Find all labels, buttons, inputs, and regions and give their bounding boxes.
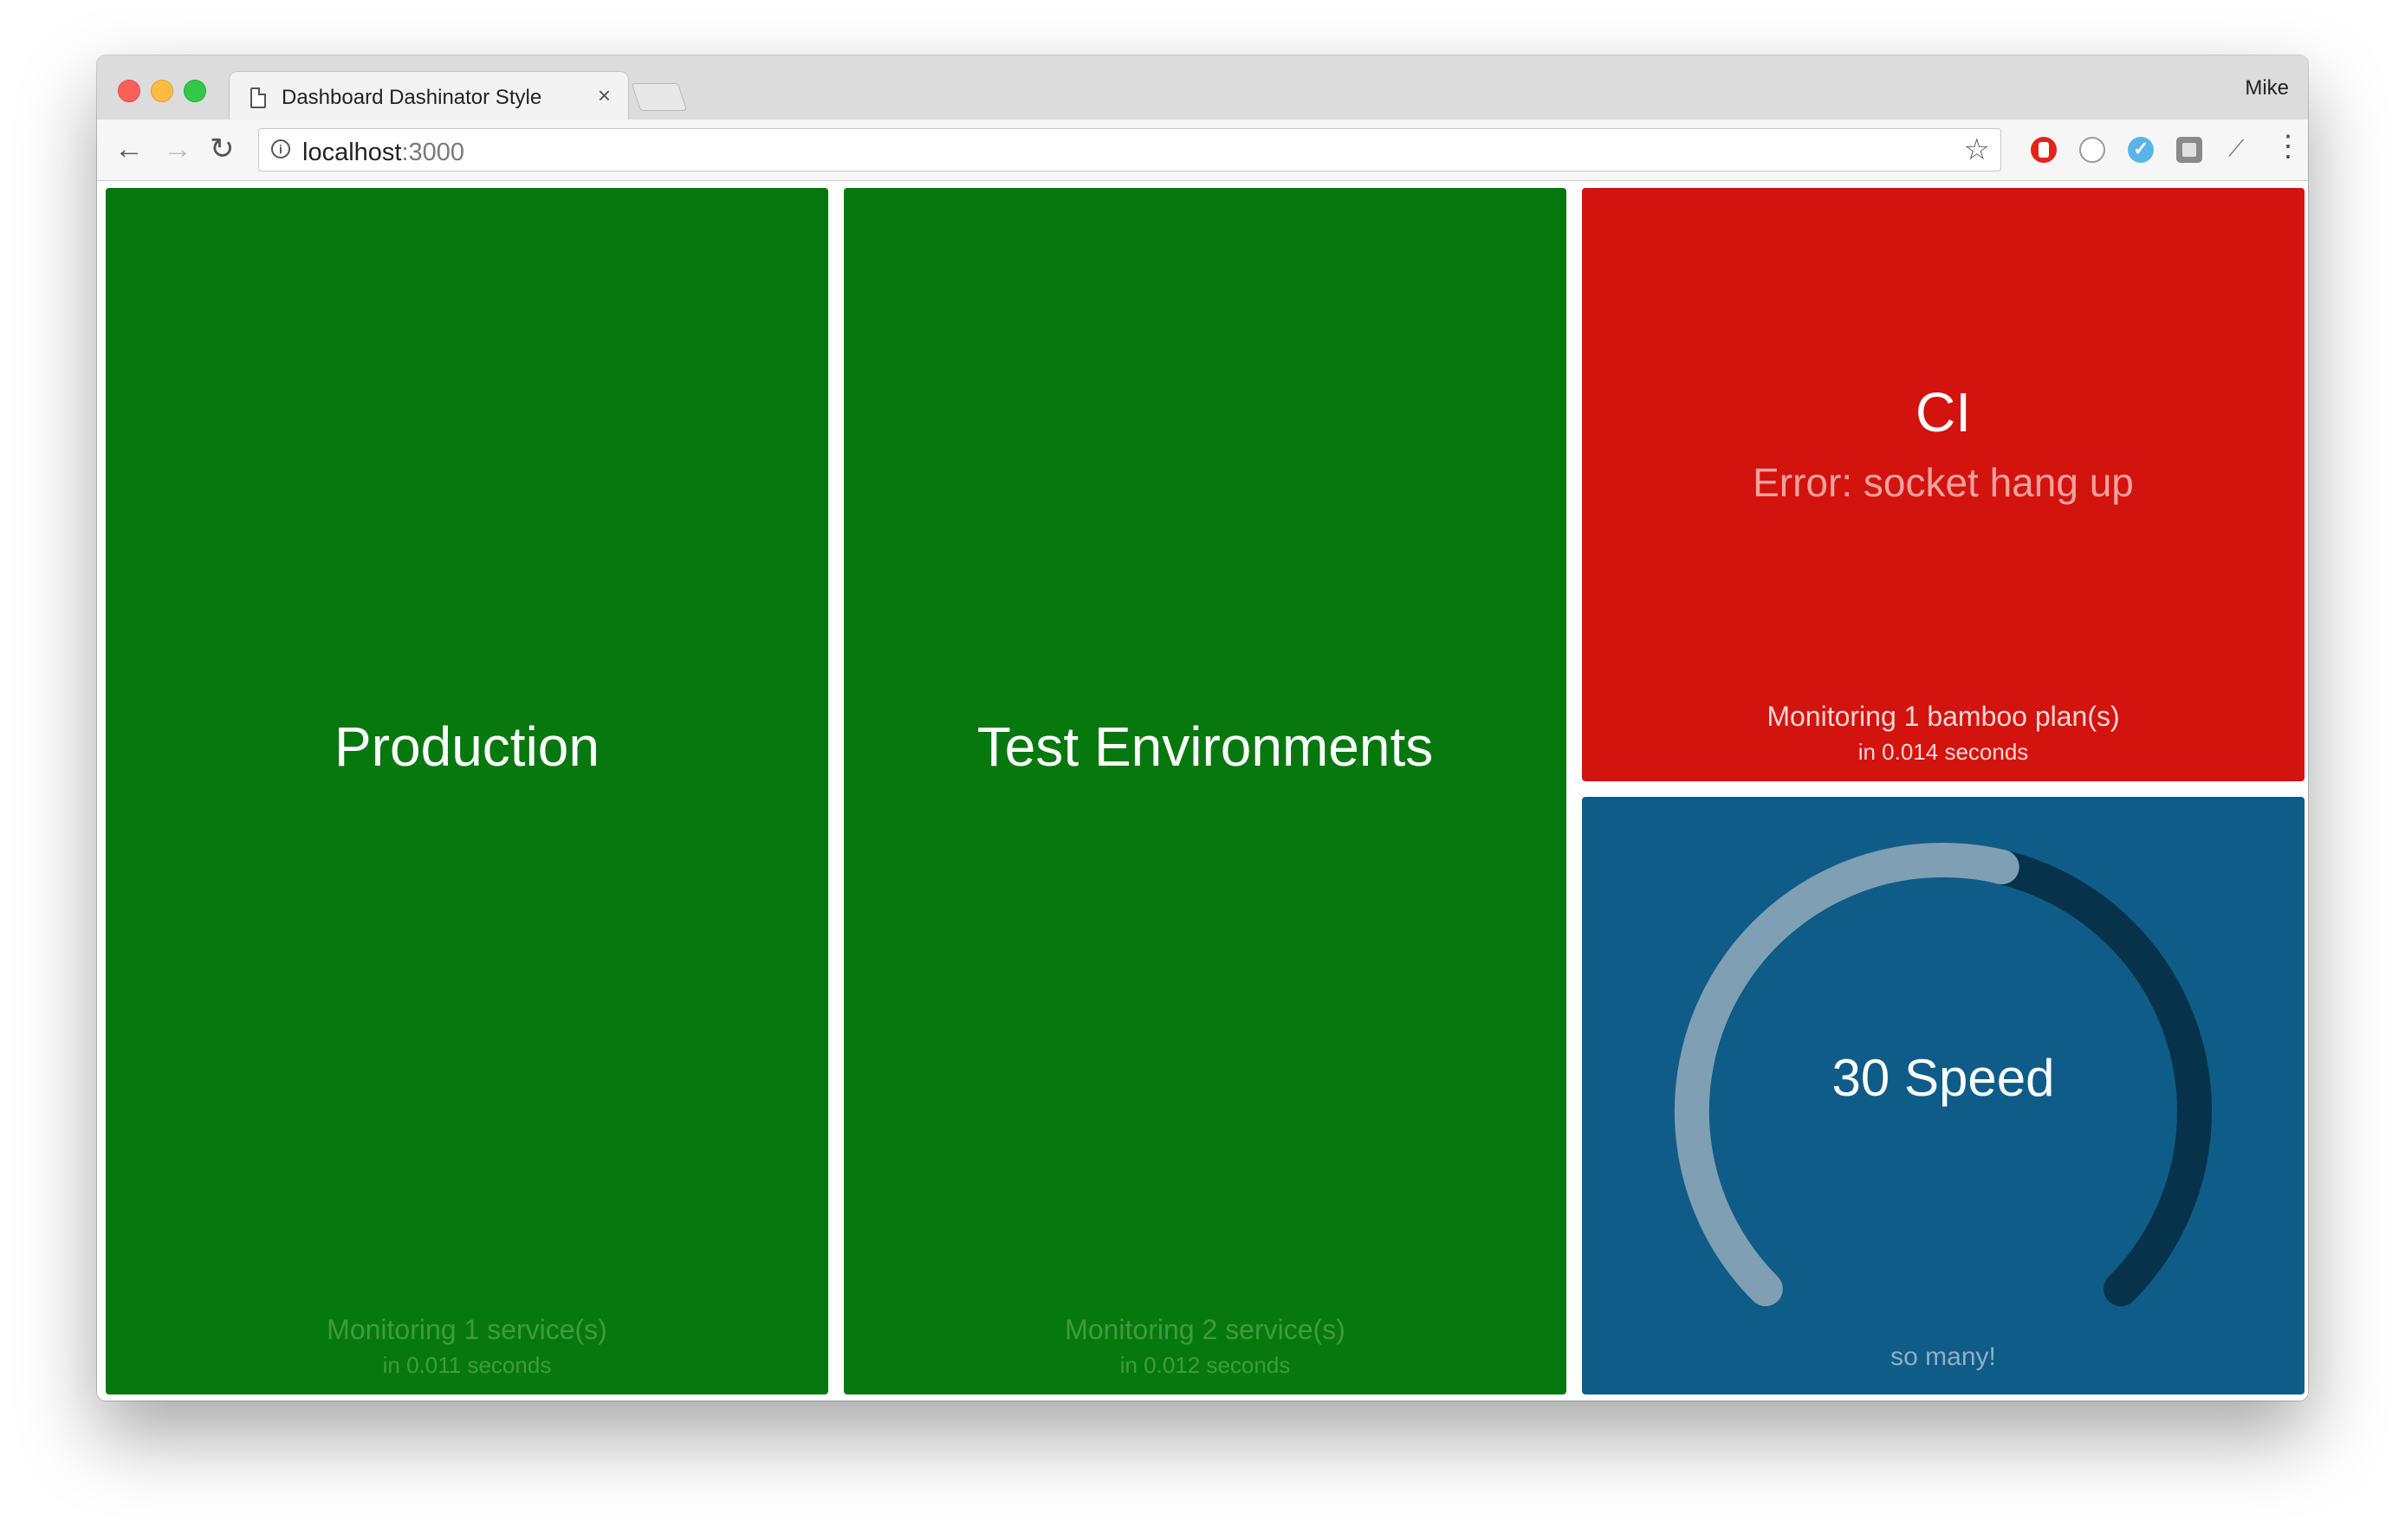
maximize-window-button[interactable]: [184, 80, 206, 102]
tile-monitoring: Monitoring 2 service(s): [1065, 1314, 1345, 1345]
gauge-caption: so many!: [1890, 1343, 1996, 1371]
tab-dashboard[interactable]: Dashboard Dashinator Style ×: [229, 71, 629, 122]
tile-timing: in 0.014 seconds: [1857, 739, 2029, 765]
tile-monitoring: Monitoring 1 bamboo plan(s): [1766, 701, 2120, 732]
tab-close-icon[interactable]: ×: [598, 82, 611, 108]
tab-title: Dashboard Dashinator Style: [282, 86, 542, 109]
address-bar[interactable]: i localhost:3000 ☆: [258, 128, 2001, 171]
url-host: localhost: [302, 139, 402, 166]
back-arrow-icon[interactable]: ←: [114, 133, 144, 165]
tile-timing: in 0.012 seconds: [1119, 1352, 1291, 1378]
tile-timing: in 0.011 seconds: [382, 1352, 552, 1378]
new-tab-button[interactable]: [631, 83, 688, 111]
bookmark-star-icon[interactable]: ☆: [1964, 133, 1990, 167]
url-text[interactable]: localhost:3000: [302, 139, 464, 167]
close-window-button[interactable]: [118, 80, 140, 102]
menu-icon[interactable]: ⋮: [2273, 132, 2303, 161]
tool-extension-icon[interactable]: [2225, 135, 2251, 163]
browser-toolbar: ← → ↻ i localhost:3000 ☆ ⋮: [97, 120, 2308, 181]
tile-monitoring: Monitoring 1 service(s): [327, 1314, 607, 1345]
page-icon: [250, 87, 266, 108]
dashboard: Production Monitoring 1 service(s) in 0.…: [97, 181, 2308, 1401]
tile-title: CI: [1916, 381, 1971, 443]
profile-name[interactable]: Mike: [2245, 76, 2289, 100]
square-extension-icon[interactable]: [2176, 137, 2202, 163]
tile-error-message: Error: socket hang up: [1753, 460, 2134, 505]
forward-arrow-icon[interactable]: →: [163, 133, 192, 165]
gauge-value: 30 Speed: [1831, 1049, 2055, 1107]
tab-strip: Dashboard Dashinator Style × Mike: [97, 55, 2308, 122]
tile-speed-gauge[interactable]: 30 Speed so many!: [1582, 797, 2305, 1394]
tile-ci[interactable]: CI Error: socket hang up Monitoring 1 ba…: [1582, 188, 2305, 781]
tile-production[interactable]: Production Monitoring 1 service(s) in 0.…: [106, 188, 828, 1394]
reload-icon[interactable]: ↻: [210, 133, 235, 165]
check-extension-icon[interactable]: [2128, 137, 2154, 163]
tile-title: Test Environments: [976, 715, 1434, 778]
browser-window: Dashboard Dashinator Style × Mike ← → ↻ …: [97, 55, 2308, 1401]
tile-title: Production: [334, 715, 600, 778]
url-port: :3000: [401, 139, 465, 166]
info-icon[interactable]: i: [271, 139, 290, 159]
tile-test-environments[interactable]: Test Environments Monitoring 2 service(s…: [844, 188, 1566, 1394]
minimize-window-button[interactable]: [151, 80, 173, 102]
circle-extension-icon[interactable]: [2079, 137, 2105, 163]
adblock-extension-icon[interactable]: [2031, 137, 2057, 163]
